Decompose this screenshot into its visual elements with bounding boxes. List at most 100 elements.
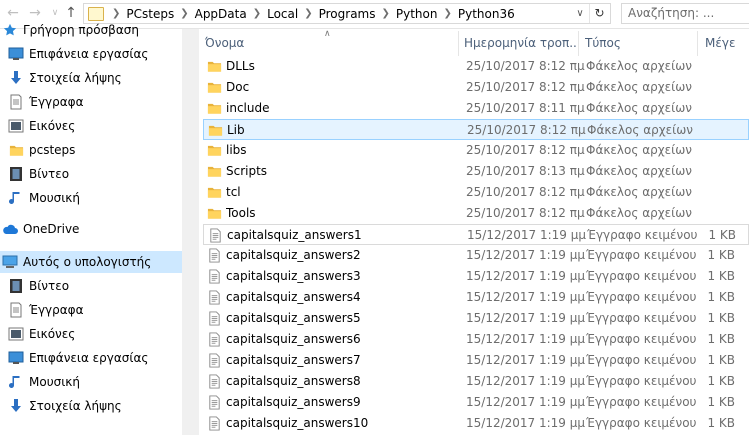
file-type: Φάκελος αρχείων bbox=[587, 123, 693, 137]
folder-icon bbox=[207, 164, 222, 179]
computer-icon bbox=[2, 254, 18, 270]
file-row[interactable]: include 25/10/2017 8:11 πμ Φάκελος αρχείων bbox=[203, 98, 749, 119]
nav-item[interactable]: Εικόνες bbox=[0, 323, 188, 345]
nav-item[interactable]: Μουσική bbox=[0, 187, 188, 209]
nav-item[interactable]: Έγγραφα bbox=[0, 91, 188, 113]
breadcrumb-item-python[interactable]: Python bbox=[396, 7, 438, 21]
nav-item[interactable]: Έγγραφα bbox=[0, 299, 188, 321]
chevron-right-icon[interactable]: ❯ bbox=[253, 8, 261, 19]
folder-icon bbox=[207, 185, 222, 200]
file-row[interactable]: capitalsquiz_answers7 15/12/2017 1:19 μμ Έ… bbox=[203, 350, 749, 371]
file-row[interactable]: capitalsquiz_answers10 15/12/2017 1:19 μμ… bbox=[203, 413, 749, 434]
file-size: 1 KB bbox=[707, 311, 735, 325]
file-size: 1 KB bbox=[707, 395, 735, 409]
text-file-icon bbox=[207, 395, 222, 410]
text-file-icon bbox=[207, 353, 222, 368]
nav-item[interactable]: Βίντεο bbox=[0, 275, 188, 297]
file-row[interactable]: Scripts 25/10/2017 8:13 πμ Φάκελος αρχείων bbox=[203, 161, 749, 182]
file-row[interactable]: Lib 25/10/2017 8:12 πμ Φάκελος αρχείων bbox=[203, 119, 749, 140]
file-date: 25/10/2017 8:13 πμ bbox=[466, 164, 585, 178]
nav-item[interactable]: Εικόνες bbox=[0, 115, 188, 137]
file-type: Έγγραφο κειμένου bbox=[586, 290, 697, 304]
file-row[interactable]: capitalsquiz_answers5 15/12/2017 1:19 μμ Έ… bbox=[203, 308, 749, 329]
file-row[interactable]: capitalsquiz_answers4 15/12/2017 1:19 μμ Έ… bbox=[203, 287, 749, 308]
folder-icon bbox=[207, 80, 222, 95]
file-row[interactable]: DLLs 25/10/2017 8:12 πμ Φάκελος αρχείων bbox=[203, 56, 749, 77]
breadcrumb-item-appdata[interactable]: AppData bbox=[195, 7, 247, 21]
file-type: Έγγραφο κειμένου bbox=[586, 416, 697, 430]
file-row[interactable]: capitalsquiz_answers1 15/12/2017 1:19 μμ Έ… bbox=[203, 224, 749, 245]
file-row[interactable]: capitalsquiz_answers8 15/12/2017 1:19 μμ Έ… bbox=[203, 371, 749, 392]
navigation-scrollbar[interactable] bbox=[182, 29, 199, 435]
text-file-icon bbox=[207, 248, 222, 263]
nav-item[interactable]: pcsteps bbox=[0, 139, 188, 161]
file-date: 25/10/2017 8:12 πμ bbox=[466, 185, 585, 199]
breadcrumb-item-local[interactable]: Local bbox=[267, 7, 298, 21]
nav-item[interactable]: Στοιχεία λήψης bbox=[0, 67, 188, 89]
desktop-icon bbox=[8, 46, 24, 62]
chevron-right-icon[interactable]: ❯ bbox=[304, 8, 312, 19]
file-type: Έγγραφο κειμένου bbox=[587, 228, 698, 242]
nav-item[interactable]: Μουσική bbox=[0, 371, 188, 393]
column-header-size[interactable]: Μέγε bbox=[705, 31, 749, 56]
file-type: Έγγραφο κειμένου bbox=[586, 395, 697, 409]
nav-item-label: Μουσική bbox=[29, 191, 80, 205]
file-size bbox=[693, 182, 735, 203]
search-input[interactable]: Αναζήτηση: ... bbox=[621, 3, 749, 24]
file-date: 15/12/2017 1:19 μμ bbox=[466, 374, 586, 388]
nav-item[interactable]: Στοιχεία λήψης bbox=[0, 395, 188, 417]
file-size: 1 KB bbox=[707, 290, 735, 304]
chevron-right-icon[interactable]: ❯ bbox=[444, 8, 452, 19]
file-date: 15/12/2017 1:19 μμ bbox=[466, 290, 586, 304]
nav-item[interactable]: Βίντεο bbox=[0, 163, 188, 185]
file-row[interactable]: libs 25/10/2017 8:12 πμ Φάκελος αρχείων bbox=[203, 140, 749, 161]
chevron-right-icon[interactable]: ❯ bbox=[112, 8, 120, 19]
file-name: capitalsquiz_answers1 bbox=[227, 228, 362, 242]
text-file-icon bbox=[207, 311, 222, 326]
file-size: 1 KB bbox=[707, 353, 735, 367]
nav-item[interactable]: Επιφάνεια εργασίας bbox=[0, 347, 188, 369]
chevron-right-icon[interactable]: ❯ bbox=[382, 8, 390, 19]
nav-item[interactable]: OneDrive bbox=[0, 218, 182, 240]
file-type: Έγγραφο κειμένου bbox=[586, 269, 697, 283]
file-name: libs bbox=[226, 143, 247, 157]
file-type: Φάκελος αρχείων bbox=[586, 59, 692, 73]
column-header-type[interactable]: Τύπος bbox=[585, 31, 695, 56]
file-size: 1 KB bbox=[707, 374, 735, 388]
nav-item-label: Γρήγορη πρόσβαση bbox=[23, 23, 139, 37]
address-dropdown-icon[interactable]: ∨ bbox=[572, 4, 588, 23]
file-row[interactable]: capitalsquiz_answers3 15/12/2017 1:19 μμ Έ… bbox=[203, 266, 749, 287]
column-header-row: Όνομα Ημερομηνία τροπ... Τύπος Μέγε bbox=[199, 31, 749, 56]
nav-item[interactable]: Επιφάνεια εργασίας bbox=[0, 43, 188, 65]
column-divider[interactable] bbox=[697, 31, 698, 56]
nav-item[interactable]: Γρήγορη πρόσβαση bbox=[0, 19, 182, 41]
nav-item[interactable]: Αυτός ο υπολογιστής bbox=[0, 251, 182, 273]
breadcrumb-item-python36[interactable]: Python36 bbox=[458, 7, 515, 21]
file-size bbox=[693, 77, 735, 98]
text-file-icon bbox=[207, 332, 222, 347]
pictures-icon bbox=[8, 326, 24, 342]
column-divider[interactable] bbox=[578, 31, 579, 56]
file-name: Scripts bbox=[226, 164, 268, 178]
column-header-date[interactable]: Ημερομηνία τροπ... bbox=[464, 31, 576, 56]
file-row[interactable]: capitalsquiz_answers9 15/12/2017 1:19 μμ Έ… bbox=[203, 392, 749, 413]
nav-item-label: OneDrive bbox=[23, 222, 80, 236]
chevron-right-icon[interactable]: ❯ bbox=[180, 8, 188, 19]
nav-item-label: Επιφάνεια εργασίας bbox=[29, 47, 149, 61]
file-row[interactable]: capitalsquiz_answers2 15/12/2017 1:19 μμ Έ… bbox=[203, 245, 749, 266]
nav-item-label: Στοιχεία λήψης bbox=[29, 399, 122, 413]
file-name: capitalsquiz_answers8 bbox=[226, 374, 361, 388]
nav-item-label: Μουσική bbox=[29, 375, 80, 389]
file-name: Tools bbox=[226, 206, 256, 220]
column-header-name[interactable]: Όνομα bbox=[205, 31, 455, 56]
file-row[interactable]: Doc 25/10/2017 8:12 πμ Φάκελος αρχείων bbox=[203, 77, 749, 98]
file-name: Lib bbox=[227, 123, 245, 137]
breadcrumb-item-programs[interactable]: Programs bbox=[319, 7, 376, 21]
column-divider[interactable] bbox=[458, 31, 459, 56]
desktop-icon bbox=[8, 350, 24, 366]
file-row[interactable]: Tools 25/10/2017 8:12 πμ Φάκελος αρχείων bbox=[203, 203, 749, 224]
refresh-icon[interactable]: ↻ bbox=[589, 4, 609, 23]
file-name: include bbox=[226, 101, 270, 115]
file-row[interactable]: tcl 25/10/2017 8:12 πμ Φάκελος αρχείων bbox=[203, 182, 749, 203]
file-row[interactable]: capitalsquiz_answers6 15/12/2017 1:19 μμ Έ… bbox=[203, 329, 749, 350]
